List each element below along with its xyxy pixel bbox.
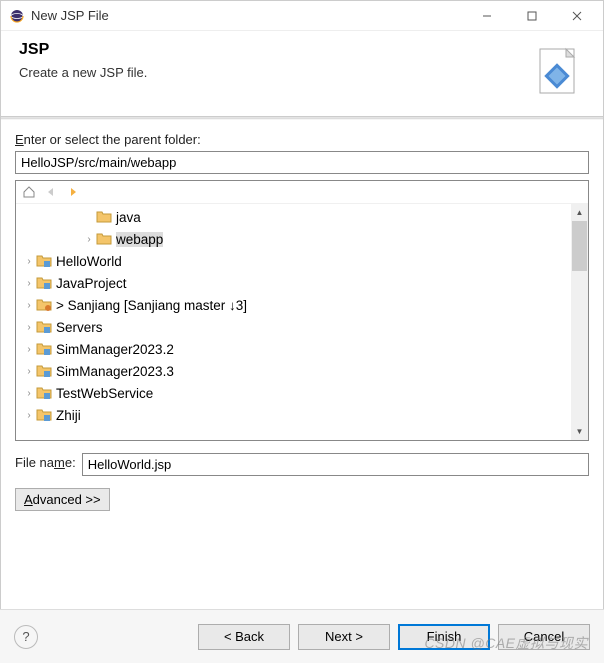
folder-icon <box>36 297 52 313</box>
tree-item-label: SimManager2023.3 <box>56 364 174 379</box>
forward-arrow-icon[interactable] <box>64 183 82 201</box>
tree-item-label: Servers <box>56 320 103 335</box>
scroll-thumb[interactable] <box>572 221 587 271</box>
tree-item-label: > Sanjiang [Sanjiang master ↓3] <box>56 298 247 313</box>
filename-input[interactable] <box>82 453 589 476</box>
back-button[interactable]: < Back <box>198 624 290 650</box>
parent-folder-label: Enter or select the parent folder: <box>15 132 589 147</box>
expand-icon[interactable]: › <box>22 388 36 399</box>
advanced-button[interactable]: Advanced >> <box>15 488 110 511</box>
maximize-button[interactable] <box>509 2 554 30</box>
close-button[interactable] <box>554 2 599 30</box>
scroll-down-icon[interactable]: ▼ <box>571 423 588 440</box>
tree-item[interactable]: › > Sanjiang [Sanjiang master ↓3] <box>16 294 588 316</box>
scrollbar[interactable]: ▲ ▼ <box>571 204 588 440</box>
folder-tree-panel: java › webapp › HelloWorld › JavaProject › > San… <box>15 180 589 441</box>
parent-folder-input[interactable] <box>15 151 589 174</box>
page-title: JSP <box>19 41 530 59</box>
filename-label: File name: <box>15 455 76 470</box>
tree-toolbar <box>16 181 588 204</box>
folder-icon <box>36 253 52 269</box>
tree-item[interactable]: › TestWebService <box>16 382 588 404</box>
expand-icon[interactable]: › <box>22 344 36 355</box>
finish-button[interactable]: Finish <box>398 624 490 650</box>
minimize-button[interactable] <box>464 2 509 30</box>
folder-icon <box>36 407 52 423</box>
wizard-content: Enter or select the parent folder: java ›… <box>1 120 603 519</box>
expand-icon[interactable]: › <box>22 300 36 311</box>
back-arrow-icon[interactable] <box>42 183 60 201</box>
folder-icon <box>96 231 112 247</box>
tree-item[interactable]: › Zhiji <box>16 404 588 426</box>
expand-icon[interactable]: › <box>82 234 96 245</box>
tree-item-label: TestWebService <box>56 386 153 401</box>
tree-item-label: SimManager2023.2 <box>56 342 174 357</box>
tree-item-label: JavaProject <box>56 276 127 291</box>
wizard-footer: ? < Back Next > Finish Cancel <box>0 609 604 663</box>
eclipse-icon <box>9 8 25 24</box>
home-icon[interactable] <box>20 183 38 201</box>
window-title: New JSP File <box>31 8 464 23</box>
wizard-header: JSP Create a new JSP file. <box>1 31 603 116</box>
folder-tree[interactable]: java › webapp › HelloWorld › JavaProject › > San… <box>16 204 588 428</box>
folder-icon <box>36 319 52 335</box>
titlebar: New JSP File <box>1 1 603 31</box>
tree-item-label: HelloWorld <box>56 254 122 269</box>
tree-item[interactable]: › Servers <box>16 316 588 338</box>
expand-icon[interactable]: › <box>22 366 36 377</box>
expand-icon[interactable]: › <box>22 322 36 333</box>
folder-icon <box>96 209 112 225</box>
tree-item-label: webapp <box>116 232 163 247</box>
cancel-button[interactable]: Cancel <box>498 624 590 650</box>
expand-icon[interactable]: › <box>22 278 36 289</box>
tree-item[interactable]: › JavaProject <box>16 272 588 294</box>
folder-icon <box>36 363 52 379</box>
tree-item[interactable]: › SimManager2023.2 <box>16 338 588 360</box>
folder-icon <box>36 341 52 357</box>
page-subtitle: Create a new JSP file. <box>19 65 530 80</box>
expand-icon[interactable]: › <box>22 410 36 421</box>
tree-item[interactable]: › HelloWorld <box>16 250 588 272</box>
expand-icon[interactable]: › <box>22 256 36 267</box>
tree-item[interactable]: › SimManager2023.3 <box>16 360 588 382</box>
jsp-file-icon <box>530 45 585 100</box>
folder-icon <box>36 275 52 291</box>
tree-item-label: java <box>116 210 141 225</box>
tree-item[interactable]: › webapp <box>16 228 588 250</box>
next-button[interactable]: Next > <box>298 624 390 650</box>
folder-icon <box>36 385 52 401</box>
tree-item-label: Zhiji <box>56 408 81 423</box>
scroll-up-icon[interactable]: ▲ <box>571 204 588 221</box>
tree-item[interactable]: java <box>16 206 588 228</box>
help-button[interactable]: ? <box>14 625 38 649</box>
